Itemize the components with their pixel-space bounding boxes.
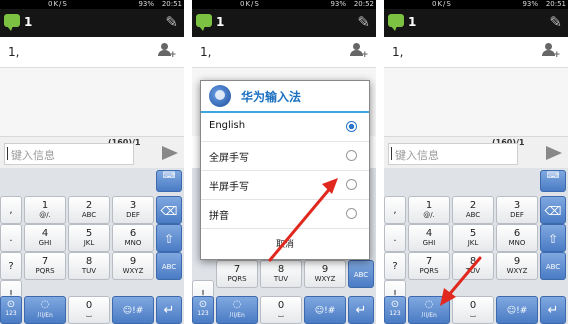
message-placeholder: 键入信息 xyxy=(11,149,55,162)
attach-icon[interactable]: ✎ xyxy=(165,13,178,31)
shift-icon[interactable]: ⇧ xyxy=(156,224,182,252)
message-app-icon xyxy=(4,14,20,31)
network-speed: 0K/S xyxy=(48,0,68,8)
keyboard: ⌨ , . ? ! 1 @/. 2 ABC 3 DEF ⌫ 4 GHI 5 JKL 6 MN… xyxy=(0,168,184,324)
delete-icon[interactable]: ⌫ xyxy=(156,196,182,224)
key-0[interactable]: 0 ⌴ xyxy=(68,296,110,324)
language-switch-key[interactable]: ◌ 川/En xyxy=(24,296,66,324)
screenshot-panel-2: 0K/S 93% 20:52 1 ✎ 1, + ! 7 PQRS 8 TUV 9 WX… xyxy=(192,0,376,324)
thread-header: 1 ✎ xyxy=(0,9,184,37)
key-7[interactable]: 7 PQRS xyxy=(24,252,66,280)
abc-key[interactable]: ABC xyxy=(156,252,182,280)
annotation-arrow xyxy=(268,178,338,262)
recipient-value: 1, xyxy=(8,45,20,59)
screenshot-panel-3: 0K/S 93% 20:51 1 ✎ 1, + (160)/1 键入信息 ⌨ ,… xyxy=(384,0,568,324)
clock: 20:51 xyxy=(161,0,182,8)
key-9[interactable]: 9 WXYZ xyxy=(112,252,154,280)
keyboard-toggle-icon[interactable]: ⌨ xyxy=(156,170,182,192)
screenshot-panel-1: 0K/S 93% 20:51 1 ✎ 1, + (160)/1 键入信息 ⌨ ,… xyxy=(0,0,184,324)
send-icon[interactable] xyxy=(162,146,178,160)
enter-icon[interactable]: ↵ xyxy=(156,296,182,324)
battery-level: 93% xyxy=(138,0,154,8)
annotation-arrow xyxy=(440,256,482,306)
add-contact-icon[interactable]: + xyxy=(158,43,177,60)
key-2[interactable]: 2 ABC xyxy=(68,196,110,224)
key-3[interactable]: 3 DEF xyxy=(112,196,154,224)
compose-bar: (160)/1 键入信息 xyxy=(0,136,184,169)
key-1[interactable]: 1 @/. xyxy=(24,196,66,224)
key-6[interactable]: 6 MNO xyxy=(112,224,154,252)
symbol-key[interactable]: ? xyxy=(0,252,22,280)
symbol-key[interactable]: , xyxy=(0,196,22,224)
key-5[interactable]: 5 JKL xyxy=(68,224,110,252)
key-4[interactable]: 4 GHI xyxy=(24,224,66,252)
conversation-area xyxy=(0,68,184,136)
status-bar: 0K/S 93% 20:51 xyxy=(0,0,184,9)
recipient-field[interactable]: 1, + xyxy=(0,37,184,67)
thread-title: 1 xyxy=(24,15,33,29)
symbol-key[interactable]: . xyxy=(0,224,22,252)
mode-123-key[interactable]: ⊙ 123 xyxy=(0,296,22,324)
key-8[interactable]: 8 TUV xyxy=(68,252,110,280)
message-input[interactable]: 键入信息 xyxy=(4,143,134,165)
emoji-symbol-key[interactable]: ☺!# xyxy=(112,296,154,324)
